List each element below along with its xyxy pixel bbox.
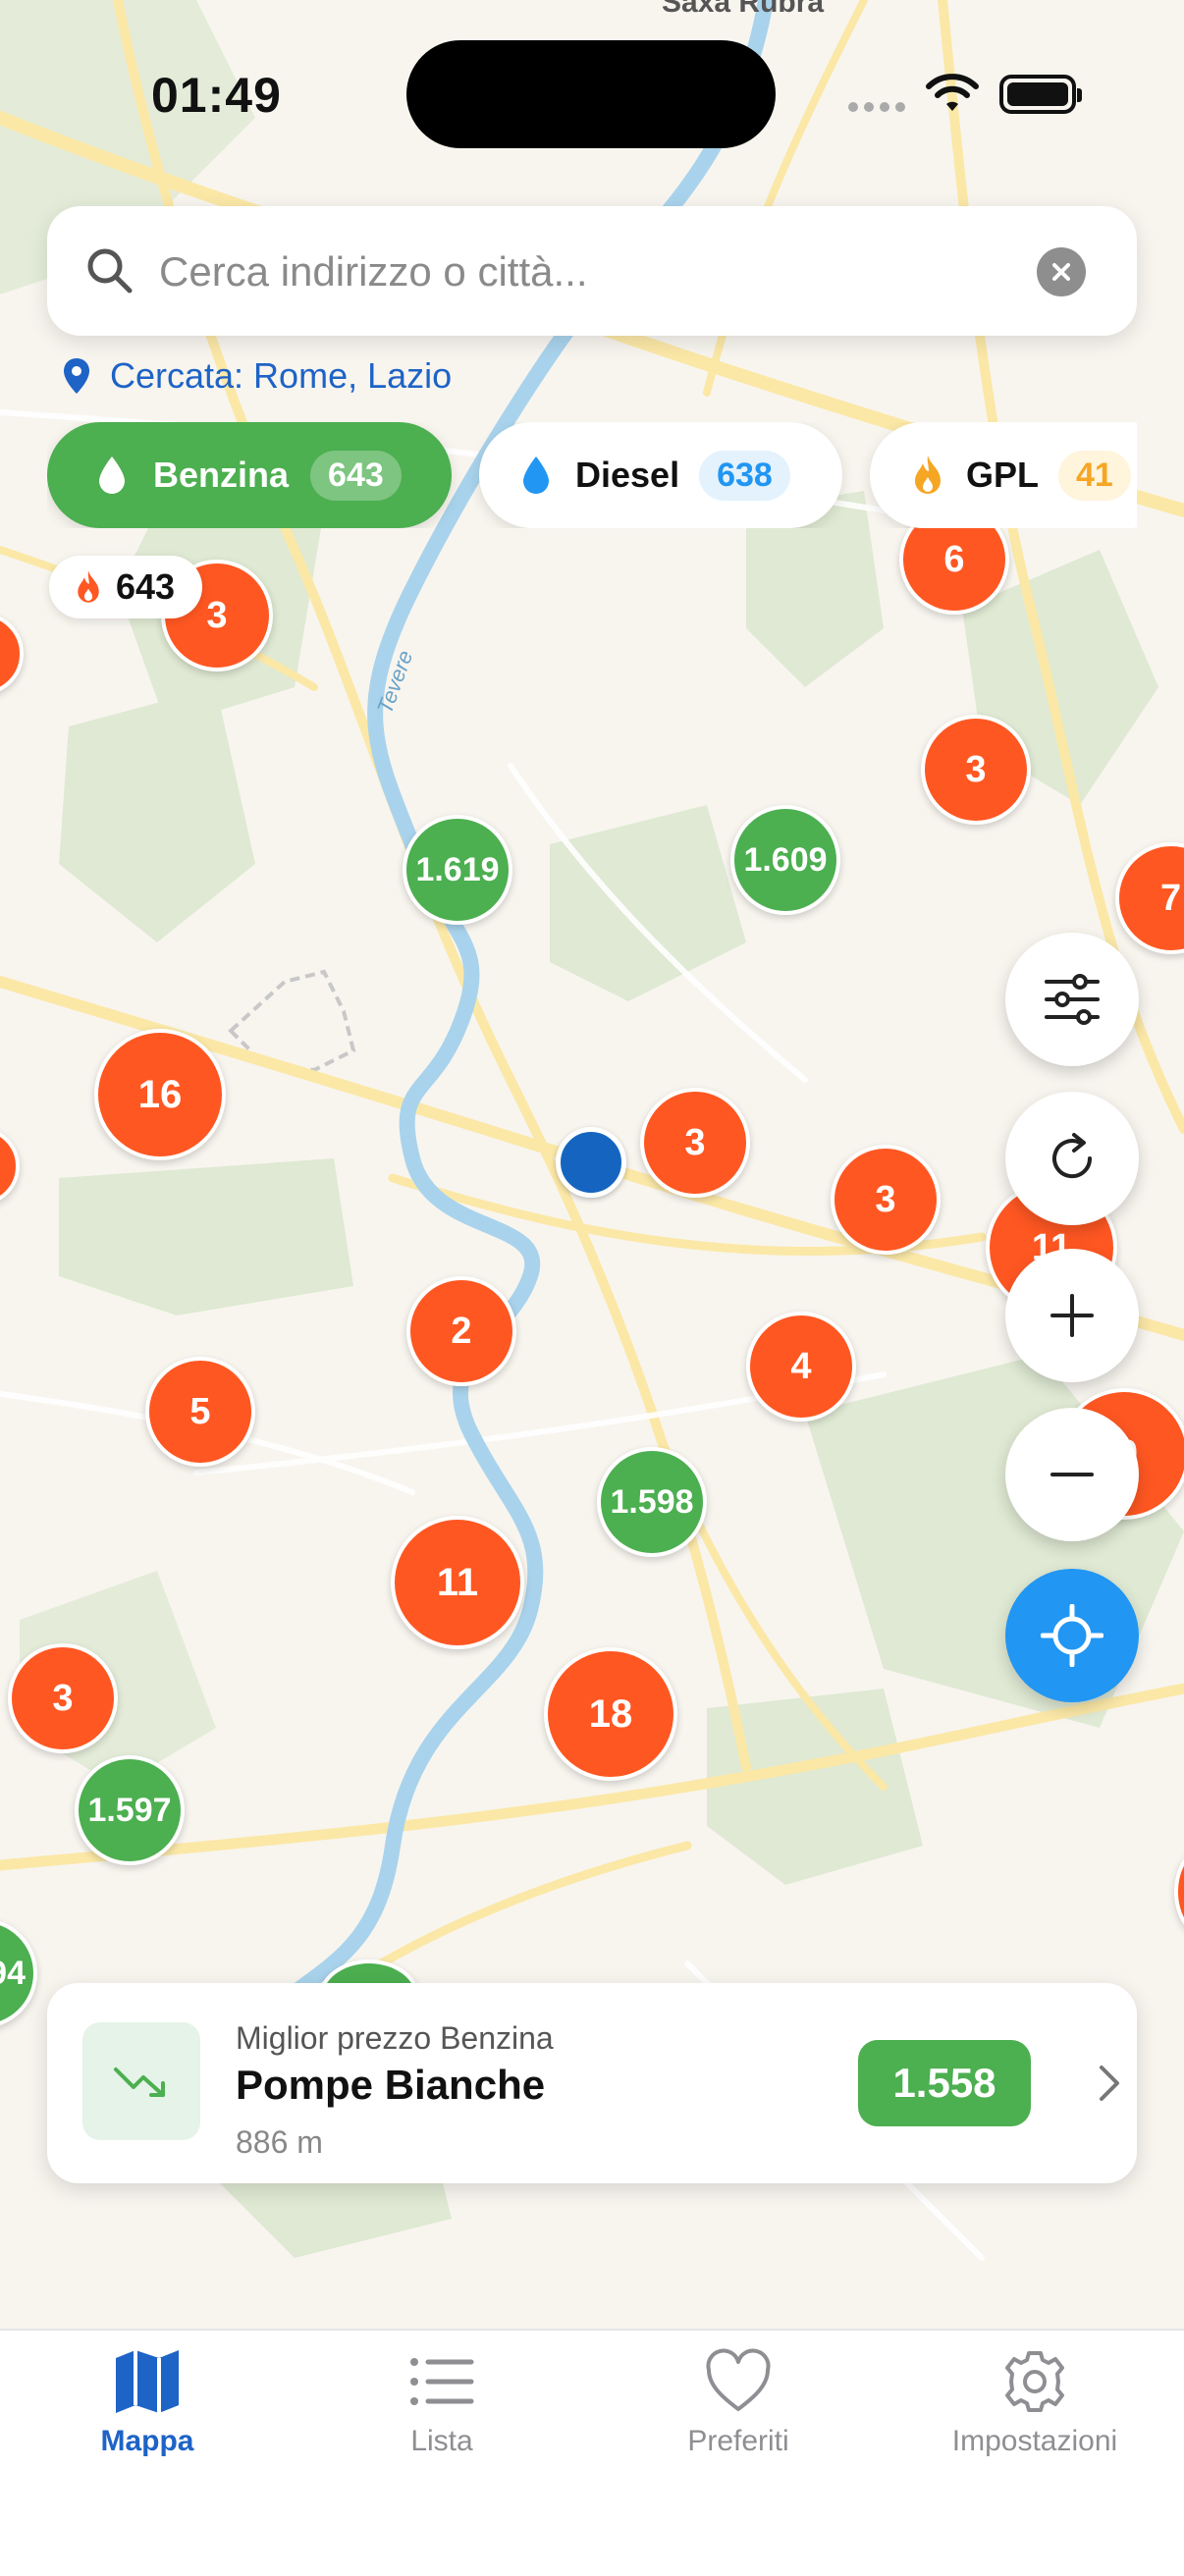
- chip-diesel[interactable]: Diesel 638: [479, 422, 842, 528]
- station-cluster-marker[interactable]: 16: [94, 1029, 226, 1160]
- gear-icon: [1005, 2351, 1064, 2412]
- refresh-button[interactable]: [1005, 1092, 1139, 1225]
- fuel-type-selector: Benzina 643 Diesel 638 GPL 41: [47, 422, 1137, 528]
- station-cluster-marker[interactable]: 2: [406, 1276, 516, 1386]
- chip-label: Benzina: [153, 455, 290, 495]
- tab-bar: Mappa Lista Preferiti Impostazioni: [0, 2329, 1184, 2576]
- clear-icon: [1052, 263, 1070, 281]
- zoom-in-button[interactable]: [1005, 1249, 1139, 1382]
- station-cluster-marker[interactable]: 3: [831, 1145, 941, 1255]
- visible-stations-count: 643: [49, 556, 203, 618]
- search-bar[interactable]: [47, 206, 1137, 336]
- map-place-label: Saxa Rubra: [662, 0, 824, 19]
- station-cluster-marker[interactable]: 5: [145, 1357, 255, 1467]
- sliders-icon: [1045, 974, 1100, 1025]
- crosshair-icon: [1041, 1604, 1103, 1667]
- tab-impostazioni[interactable]: Impostazioni: [888, 2348, 1182, 2458]
- tab-label: Impostazioni: [951, 2425, 1118, 2457]
- best-price-distance: 886 m: [236, 2124, 323, 2160]
- best-price-icon-box: [82, 2022, 200, 2140]
- visible-count-value: 643: [116, 566, 176, 607]
- chip-count: 41: [1058, 450, 1131, 501]
- searched-location-text: Cercata: Rome, Lazio: [110, 355, 453, 396]
- station-cluster-marker[interactable]: 3: [8, 1643, 118, 1753]
- station-price-marker[interactable]: 1.609: [730, 805, 840, 915]
- plus-icon: [1050, 1294, 1094, 1337]
- best-price-value: 1.558: [858, 2040, 1031, 2126]
- trend-down-icon: [114, 2067, 165, 2097]
- chip-count: 643: [310, 450, 402, 501]
- chip-gpl[interactable]: GPL 41: [870, 422, 1137, 528]
- wifi-icon: [926, 74, 979, 111]
- list-icon: [410, 2358, 474, 2405]
- station-cluster-marker[interactable]: 4: [746, 1312, 856, 1422]
- tab-lista[interactable]: Lista: [295, 2348, 589, 2458]
- map-icon: [116, 2350, 179, 2413]
- station-cluster-marker[interactable]: 11: [391, 1516, 524, 1649]
- zoom-out-button[interactable]: [1005, 1408, 1139, 1541]
- flame-icon: [78, 570, 99, 603]
- searched-location: Cercata: Rome, Lazio: [61, 355, 452, 397]
- station-price-marker[interactable]: 1.619: [403, 815, 512, 925]
- clear-search-button[interactable]: [1037, 247, 1086, 296]
- cellular-signal-icon: [848, 102, 905, 112]
- station-cluster-marker[interactable]: 3: [640, 1088, 750, 1198]
- chip-label: GPL: [966, 455, 1040, 495]
- heart-icon: [706, 2348, 771, 2411]
- battery-icon: [999, 75, 1082, 114]
- water-drop-icon: [523, 456, 549, 494]
- water-drop-icon: [99, 456, 125, 494]
- status-time: 01:49: [151, 68, 282, 123]
- search-icon: [87, 248, 133, 294]
- tab-mappa[interactable]: Mappa: [0, 2348, 295, 2458]
- search-input[interactable]: [157, 236, 1035, 308]
- chip-benzina[interactable]: Benzina 643: [47, 422, 452, 528]
- chip-label: Diesel: [575, 455, 680, 495]
- best-price-subtitle: Miglior prezzo Benzina: [236, 2020, 554, 2056]
- tab-label: Lista: [410, 2425, 473, 2457]
- tab-label: Preferiti: [687, 2425, 789, 2457]
- station-cluster-marker[interactable]: 18: [544, 1647, 677, 1781]
- station-cluster-marker[interactable]: 3: [921, 715, 1031, 825]
- tab-label: Mappa: [100, 2425, 194, 2457]
- tab-preferiti[interactable]: Preferiti: [591, 2348, 886, 2458]
- filter-button[interactable]: [1005, 933, 1139, 1066]
- locate-me-button[interactable]: [1005, 1569, 1139, 1702]
- user-location-dot: [556, 1127, 626, 1198]
- chip-count: 638: [699, 450, 790, 501]
- location-pin-icon: [64, 358, 89, 394]
- dynamic-island: [406, 40, 776, 148]
- station-price-marker[interactable]: 1.597: [75, 1755, 185, 1865]
- refresh-icon: [1052, 1133, 1093, 1179]
- chevron-right-icon: [1100, 2066, 1119, 2101]
- minus-icon: [1050, 1473, 1094, 1476]
- flame-icon: [915, 456, 941, 494]
- best-price-station: Pompe Bianche: [236, 2062, 546, 2108]
- station-price-marker[interactable]: 1.598: [597, 1447, 707, 1557]
- best-price-card[interactable]: Miglior prezzo Benzina Pompe Bianche 886…: [47, 1983, 1137, 2183]
